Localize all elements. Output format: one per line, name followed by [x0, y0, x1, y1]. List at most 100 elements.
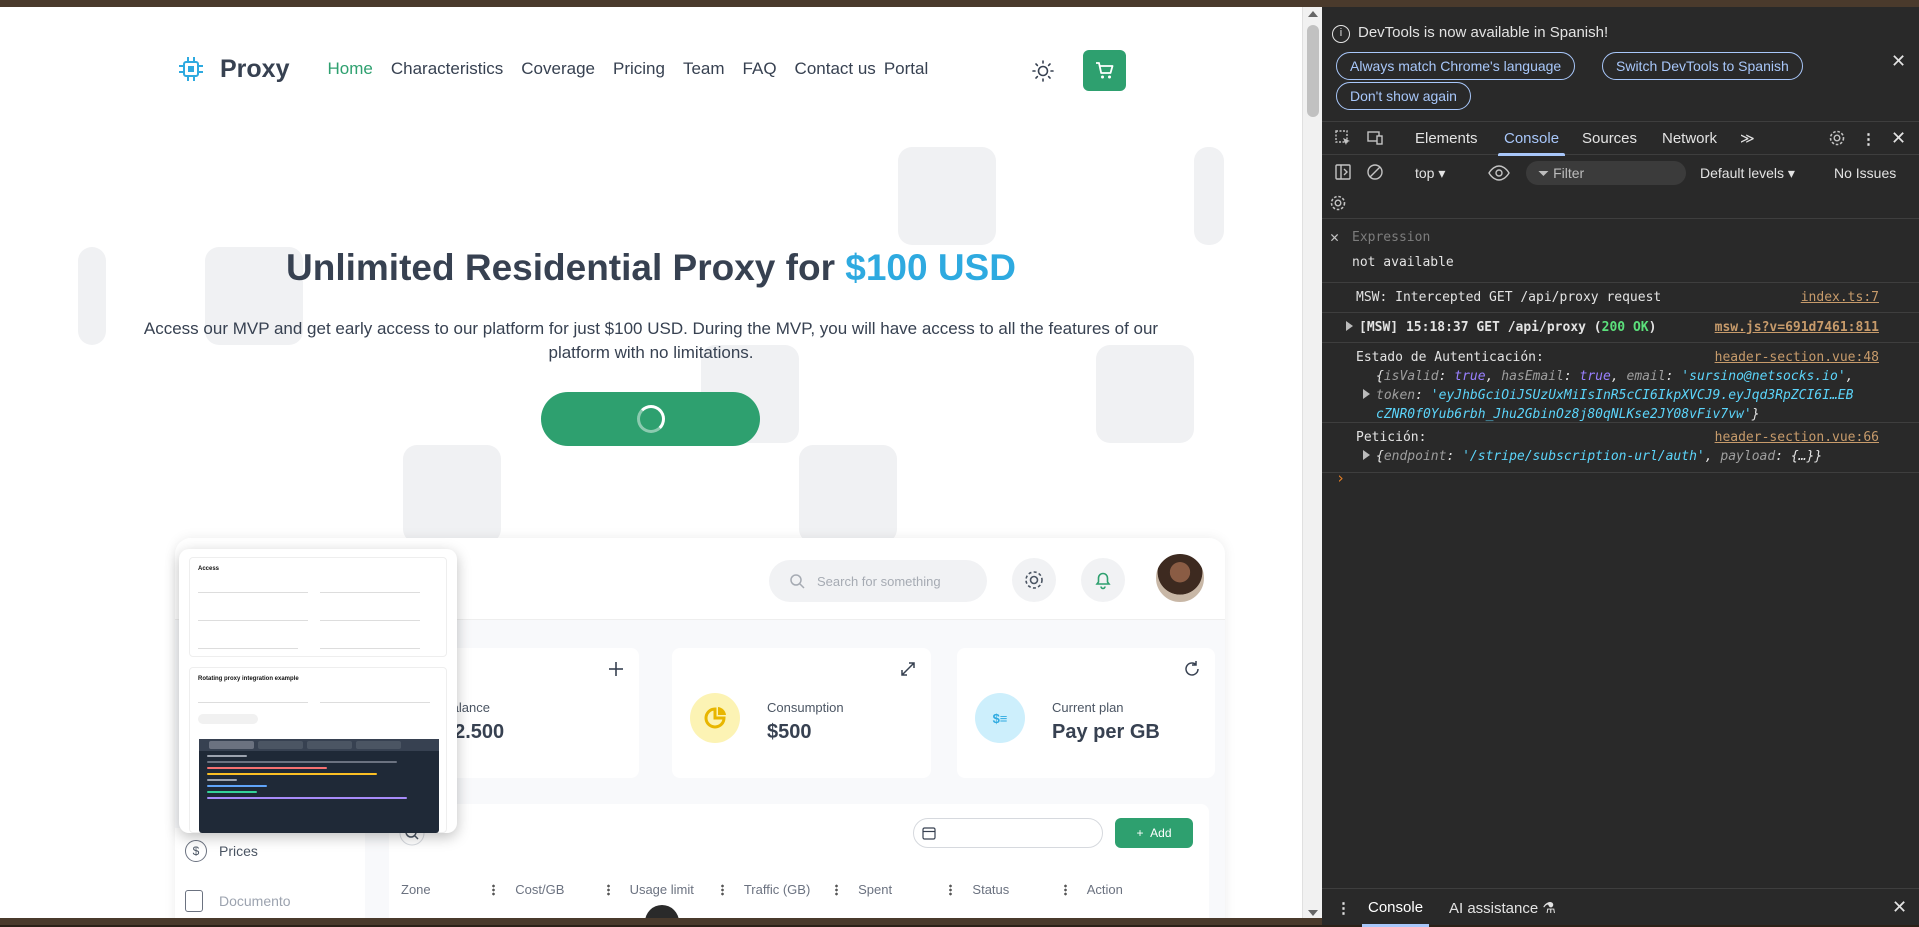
switch-spanish-button[interactable]: Switch DevTools to Spanish — [1602, 52, 1803, 80]
nav-characteristics[interactable]: Characteristics — [391, 59, 503, 79]
live-expression-eye-icon[interactable] — [1488, 164, 1510, 182]
pie-chart-icon — [690, 693, 740, 743]
info-icon: i — [1332, 25, 1350, 43]
more-tabs-chevron-icon[interactable]: ≫ — [1740, 130, 1755, 147]
decor-square — [1194, 147, 1224, 245]
dollar-icon: $ — [185, 840, 207, 862]
drawer-tab-ai-assistance[interactable]: AI assistance ⚗ — [1449, 899, 1556, 917]
token-expander[interactable]: token: 'eyJhbGciOiJSUzUxMiIsInR5cCI6IkpX… — [1363, 386, 1853, 405]
expand-icon — [901, 662, 915, 676]
col-status: Status — [972, 882, 1086, 902]
close-drawer-icon[interactable]: ✕ — [1892, 897, 1907, 918]
console-settings-gear-icon[interactable] — [1329, 194, 1347, 212]
context-select[interactable]: top ▾ — [1415, 165, 1445, 182]
brand-name[interactable]: Proxy — [220, 55, 289, 84]
col-usage-limit: Usage limit — [630, 882, 744, 902]
log-source-link[interactable]: header-section.vue:66 — [1715, 428, 1879, 447]
drawer-menu-icon[interactable]: ⋮ — [1336, 899, 1351, 917]
nav-pricing[interactable]: Pricing — [613, 59, 665, 79]
inspect-element-icon[interactable] — [1334, 129, 1352, 147]
web-page: Proxy Home Characteristics Coverage Pric… — [0, 7, 1302, 920]
document-icon — [185, 890, 203, 912]
current-plan-card: $≡ Current plan Pay per GB — [957, 648, 1215, 778]
tab-sources[interactable]: Sources — [1582, 130, 1637, 147]
col-cost: Cost/GB — [515, 882, 629, 902]
log-levels-select[interactable]: Default levels ▾ — [1700, 165, 1795, 182]
cart-button[interactable] — [1083, 50, 1126, 91]
language-notice: i DevTools is now available in Spanish! … — [1322, 7, 1919, 117]
window-top-strip — [0, 0, 1919, 7]
console-log-auth-state: Estado de Autenticación: header-section.… — [1322, 343, 1919, 423]
dashboard-search: Search for something — [769, 560, 987, 602]
search-placeholder: Search for something — [817, 573, 941, 589]
remove-expression-icon[interactable]: ✕ — [1330, 228, 1339, 246]
close-devtools-icon[interactable]: ✕ — [1891, 128, 1906, 149]
add-zone-button: + Add — [1115, 818, 1193, 848]
decor-square — [799, 445, 897, 543]
log-source-link[interactable]: index.ts:7 — [1801, 288, 1879, 307]
devtools-panel: i DevTools is now available in Spanish! … — [1322, 7, 1919, 927]
refresh-icon — [1185, 661, 1199, 676]
theme-toggle-sun-icon[interactable] — [1030, 58, 1056, 84]
expression-value: not available — [1352, 255, 1454, 270]
avatar — [1154, 552, 1206, 604]
date-picker — [913, 818, 1103, 848]
nav-faq[interactable]: FAQ — [743, 59, 777, 79]
device-toolbar-icon[interactable] — [1366, 129, 1384, 147]
col-zone: Zone — [401, 882, 515, 902]
table-header: Zone Cost/GB Usage limit Traffic (GB) Sp… — [401, 882, 1201, 902]
devtools-drawer: ⋮ Console AI assistance ⚗ ✕ — [1322, 888, 1919, 927]
log-source-link[interactable]: msw.js?v=691d7461:811 — [1715, 318, 1879, 337]
match-language-button[interactable]: Always match Chrome's language — [1336, 52, 1576, 80]
request-object-expander[interactable]: {endpoint: '/stripe/subscription-url/aut… — [1363, 447, 1822, 466]
nav-contact[interactable]: Contact us — [795, 59, 876, 79]
kebab-menu-icon[interactable]: ⋮ — [1861, 130, 1876, 148]
page-scrollbar[interactable] — [1302, 7, 1322, 920]
decor-square — [898, 147, 996, 245]
nav-portal[interactable]: Portal — [884, 59, 928, 79]
issues-counter[interactable]: No Issues — [1834, 165, 1896, 181]
nav-team[interactable]: Team — [683, 59, 725, 79]
site-nav: Proxy Home Characteristics Coverage Pric… — [178, 47, 946, 91]
hero-subtitle: Access our MVP and get early access to o… — [143, 319, 1159, 362]
chip-logo-icon — [178, 56, 204, 82]
filter-input[interactable]: ⏷ Filter — [1526, 161, 1686, 185]
cta-button[interactable] — [541, 392, 760, 446]
console-log-msw-get[interactable]: [MSW] 15:18:37 GET /api/proxy (200 OK) m… — [1322, 313, 1919, 343]
notice-text: DevTools is now available in Spanish! — [1358, 24, 1609, 41]
devtools-tabs: Elements Console Sources Network ≫ ⋮ ✕ — [1322, 121, 1919, 156]
console-log-msw-intercept: MSW: Intercepted GET /api/proxy request … — [1322, 283, 1919, 313]
dashboard-sidebar: $ Prices Documento — [175, 828, 365, 920]
nav-coverage[interactable]: Coverage — [521, 59, 595, 79]
tab-console[interactable]: Console — [1497, 130, 1566, 156]
consumption-card: Consumption $500 — [672, 648, 931, 778]
consumption-value: $500 — [767, 721, 812, 743]
calendar-icon — [922, 827, 936, 840]
decor-square — [403, 445, 501, 543]
nav-home[interactable]: Home — [327, 59, 372, 79]
close-notice-icon[interactable]: ✕ — [1891, 51, 1906, 72]
log-source-link[interactable]: header-section.vue:48 — [1715, 348, 1879, 367]
expression-input[interactable]: Expression — [1352, 230, 1430, 245]
notification-bell-icon — [1081, 558, 1125, 602]
console-prompt[interactable]: › — [1336, 469, 1345, 487]
tab-network[interactable]: Network — [1662, 130, 1717, 147]
console-toolbar: top ▾ ⏷ Filter Default levels ▾ No Issue… — [1322, 155, 1919, 187]
zones-table: + Add Zone Cost/GB Usage limit Traffic (… — [389, 804, 1209, 920]
settings-gear-icon[interactable] — [1828, 129, 1846, 147]
sidebar-toggle-icon[interactable] — [1334, 163, 1352, 181]
access-section: Access — [189, 557, 447, 657]
search-icon — [790, 574, 805, 589]
console-log-request: Petición: header-section.vue:66 {endpoin… — [1322, 423, 1919, 473]
cart-icon — [1095, 61, 1113, 78]
loading-spinner-icon — [636, 405, 665, 433]
sidebar-item-prices: $ Prices — [185, 840, 258, 862]
coins-icon: $≡ — [975, 693, 1025, 743]
code-snippet — [199, 739, 439, 833]
sidebar-item-documento: Documento — [185, 890, 291, 912]
tab-elements[interactable]: Elements — [1415, 130, 1478, 147]
dont-show-again-button[interactable]: Don't show again — [1336, 82, 1471, 110]
hero-title: Unlimited Residential Proxy for $100 USD — [286, 247, 1016, 288]
clear-console-icon[interactable] — [1366, 163, 1384, 181]
drawer-tab-console[interactable]: Console — [1361, 899, 1430, 927]
